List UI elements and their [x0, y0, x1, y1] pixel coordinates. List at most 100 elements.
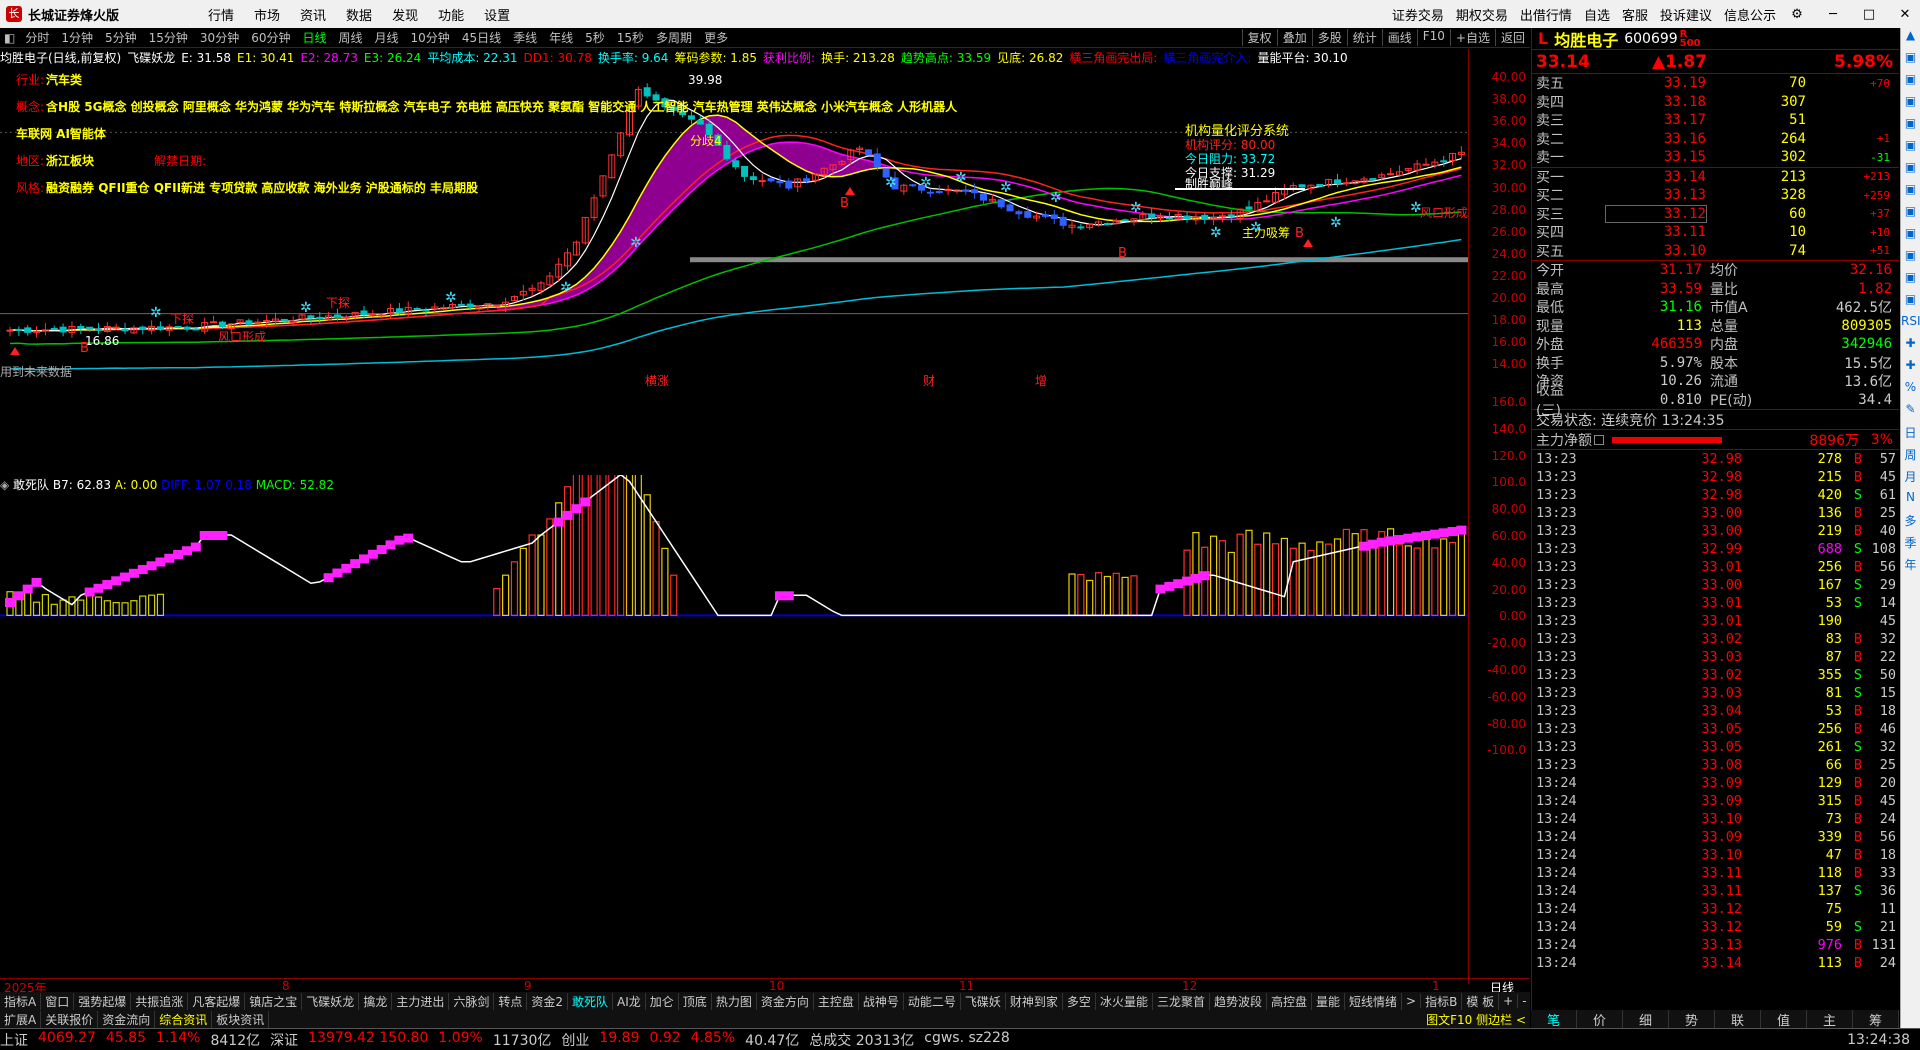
toolbar-button-4[interactable]: 画线: [1381, 29, 1417, 46]
maximize-button[interactable]: □: [1854, 7, 1884, 22]
f10-sidebar-toggle[interactable]: 图文F10 侧边栏 <: [1422, 1011, 1530, 1028]
top-link-5[interactable]: 投诉建议: [1660, 5, 1712, 24]
quote-tab-7[interactable]: 筹: [1853, 1010, 1899, 1029]
sidebar-tool-20[interactable]: 月: [1901, 468, 1920, 490]
sidebar-tool-16[interactable]: %: [1901, 380, 1920, 402]
period-tab-9[interactable]: 10分钟: [405, 29, 456, 46]
sidebar-tool-22[interactable]: 多: [1901, 512, 1920, 534]
quote-tab-3[interactable]: 势: [1669, 1010, 1715, 1029]
indicator-tab-8[interactable]: 主力进出: [392, 992, 450, 1010]
toolbar-button-0[interactable]: 复权: [1241, 29, 1277, 46]
top-link-0[interactable]: 证券交易: [1392, 5, 1444, 24]
period-tab-14[interactable]: 15秒: [611, 29, 650, 46]
bid-row[interactable]: 买三 33.12 60 +37: [1532, 204, 1899, 224]
period-tab-15[interactable]: 多周期: [650, 29, 698, 46]
close-button[interactable]: ✕: [1890, 7, 1920, 22]
bid-row[interactable]: 买一 33.14 213 +213: [1532, 168, 1899, 187]
quote-tab-6[interactable]: 主: [1807, 1010, 1853, 1029]
indicator-tab-7[interactable]: 擒龙: [359, 992, 393, 1010]
sidebar-tool-14[interactable]: ✚: [1901, 336, 1920, 358]
ask-row[interactable]: 卖二 33.16 264 +1: [1532, 130, 1899, 149]
menu-4[interactable]: 发现: [392, 9, 418, 24]
ext-tab-4[interactable]: 板块资讯: [212, 1010, 270, 1028]
indicator-tab-20[interactable]: 动能二号: [904, 992, 961, 1010]
ext-tab-2[interactable]: 资金流向: [98, 1010, 156, 1028]
sidebar-tool-12[interactable]: ▣: [1901, 292, 1920, 314]
quote-tab-2[interactable]: 细: [1623, 1010, 1669, 1029]
ask-row[interactable]: 卖三 33.17 51: [1532, 111, 1899, 130]
indicator-tab-25[interactable]: 三龙聚首: [1153, 992, 1210, 1010]
toolbar-button-3[interactable]: 统计: [1346, 29, 1382, 46]
sidebar-tool-3[interactable]: ▣: [1901, 94, 1920, 116]
indicator-tab-29[interactable]: 短线情绪: [1345, 992, 1403, 1010]
indicator-tab-21[interactable]: 飞碟妖: [961, 992, 1006, 1010]
top-link-2[interactable]: 出借行情: [1520, 5, 1572, 24]
indicator-tab-17[interactable]: 资金方向: [757, 992, 814, 1010]
sidebar-tool-1[interactable]: ▣: [1901, 50, 1920, 72]
indicator-tab-31[interactable]: 指标B: [1421, 992, 1463, 1010]
ext-tab-1[interactable]: 关联报价: [41, 1010, 99, 1028]
indicator-tab-3[interactable]: 共振追涨: [131, 992, 189, 1010]
ext-tab-0[interactable]: 扩展A: [0, 1010, 42, 1028]
indicator-tab-13[interactable]: AI龙: [613, 992, 646, 1010]
sidebar-tool-24[interactable]: 年: [1901, 556, 1920, 578]
indicator-tab-2[interactable]: 强势起爆: [74, 992, 132, 1010]
indicator-tab-30[interactable]: >: [1402, 994, 1422, 1008]
indicator-tab-23[interactable]: 多空: [1063, 992, 1096, 1010]
period-tab-10[interactable]: 45日线: [456, 29, 507, 46]
ask-row[interactable]: 卖四 33.18 307: [1532, 93, 1899, 112]
sidebar-tool-13[interactable]: RSI: [1901, 314, 1920, 336]
menu-3[interactable]: 数据: [346, 9, 372, 24]
sidebar-tool-0[interactable]: ▲: [1901, 28, 1920, 50]
menu-1[interactable]: 市场: [254, 9, 280, 24]
indicator-tab-22[interactable]: 财神到家: [1006, 992, 1063, 1010]
settings-icon[interactable]: ⚙: [1782, 7, 1812, 22]
indicator-tab-4[interactable]: 凡客起爆: [188, 992, 246, 1010]
sidebar-tool-5[interactable]: ▣: [1901, 138, 1920, 160]
period-tab-7[interactable]: 周线: [333, 29, 369, 46]
sidebar-tool-21[interactable]: N: [1901, 490, 1920, 512]
top-link-6[interactable]: 信息公示: [1724, 5, 1776, 24]
top-link-1[interactable]: 期权交易: [1456, 5, 1508, 24]
quote-tab-1[interactable]: 价: [1577, 1010, 1623, 1029]
quote-tab-4[interactable]: 联: [1715, 1010, 1761, 1029]
indicator-tab-1[interactable]: 窗口: [41, 992, 75, 1010]
bid-row[interactable]: 买二 33.13 328 +259: [1532, 186, 1899, 205]
minimize-button[interactable]: ─: [1818, 7, 1848, 22]
indicator-tab-18[interactable]: 主控盘: [814, 992, 859, 1010]
toolbar-button-2[interactable]: 多股: [1311, 29, 1347, 46]
menu-5[interactable]: 功能: [438, 9, 464, 24]
indicator-tab-27[interactable]: 高控盘: [1267, 992, 1312, 1010]
indicator-tab-10[interactable]: 转点: [494, 992, 528, 1010]
menu-6[interactable]: 设置: [484, 9, 510, 24]
indicator-tab-32[interactable]: 模 板: [1462, 992, 1500, 1010]
sidebar-tool-9[interactable]: ▣: [1901, 226, 1920, 248]
sidebar-tool-6[interactable]: ▣: [1901, 160, 1920, 182]
indicator-tab-0[interactable]: 指标A: [0, 992, 42, 1010]
toolbar-button-6[interactable]: +自选: [1449, 29, 1495, 46]
quote-tab-0[interactable]: 笔: [1531, 1010, 1577, 1029]
indicator-tab-12[interactable]: 敢死队: [568, 992, 614, 1010]
period-tab-13[interactable]: 5秒: [579, 29, 611, 46]
bid-row[interactable]: 买五 33.10 74 +51: [1532, 242, 1899, 261]
sidebar-tool-15[interactable]: ✚: [1901, 358, 1920, 380]
sidebar-tool-23[interactable]: 季: [1901, 534, 1920, 556]
indicator-chart[interactable]: [0, 475, 1468, 980]
period-tab-0[interactable]: 分时: [19, 29, 55, 46]
top-link-3[interactable]: 自选: [1584, 5, 1610, 24]
indicator-tab-14[interactable]: 加仑: [646, 992, 679, 1010]
indicator-tab-26[interactable]: 趋势波段: [1210, 992, 1267, 1010]
ask-row[interactable]: 卖一 33.15 302 -31: [1532, 148, 1899, 167]
indicator-tab-6[interactable]: 飞碟妖龙: [302, 992, 360, 1010]
menu-0[interactable]: 行情: [208, 9, 234, 24]
indicator-tab-34[interactable]: -: [1518, 994, 1530, 1008]
period-tab-4[interactable]: 30分钟: [194, 29, 245, 46]
sidebar-tool-17[interactable]: ✎: [1901, 402, 1920, 424]
period-tab-1[interactable]: 1分钟: [55, 29, 99, 46]
period-tab-11[interactable]: 季线: [507, 29, 543, 46]
sidebar-tool-4[interactable]: ▣: [1901, 116, 1920, 138]
bid-row[interactable]: 买四 33.11 10 +10: [1532, 223, 1899, 242]
period-tab-2[interactable]: 5分钟: [99, 29, 143, 46]
ext-tab-3[interactable]: 综合资讯: [155, 1010, 213, 1028]
toolbar-button-1[interactable]: 叠加: [1276, 29, 1312, 46]
